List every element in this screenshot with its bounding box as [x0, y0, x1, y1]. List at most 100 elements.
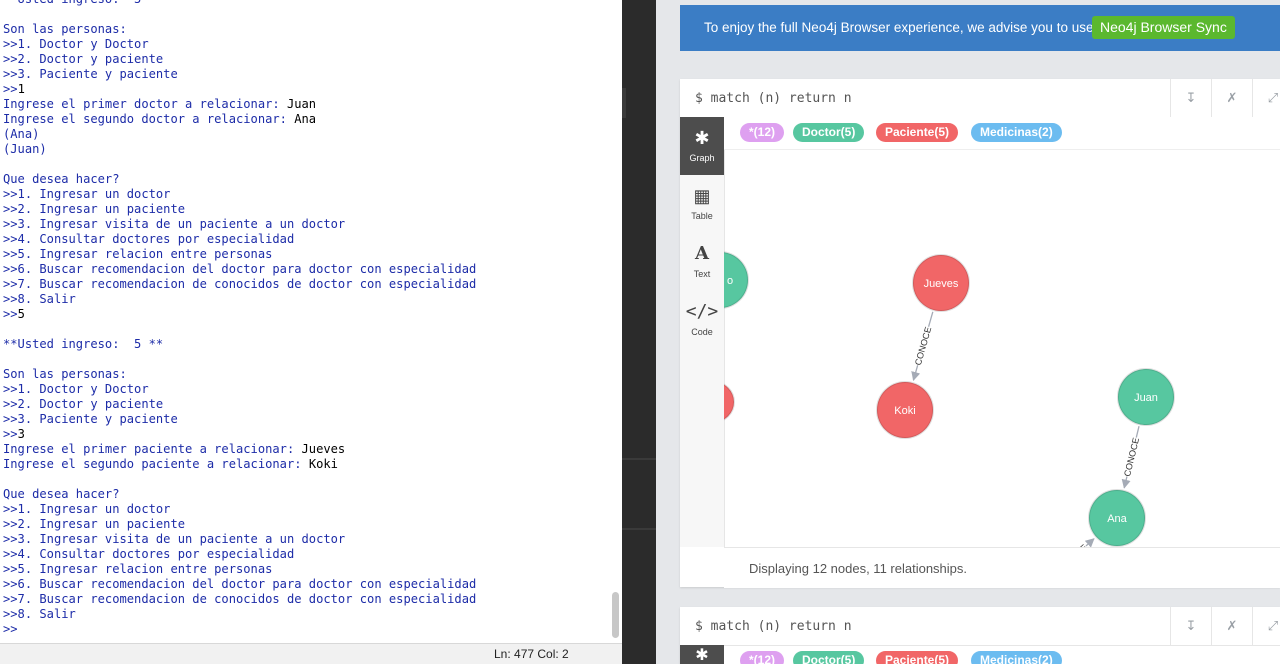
- banner-message: To enjoy the full Neo4j Browser experien…: [704, 20, 1094, 35]
- terminal-window[interactable]: **Usted ingreso: 5 **Son las personas:>>…: [0, 0, 622, 664]
- relationship-label: CONOCE: [1122, 437, 1141, 478]
- console-line: >>4. Consultar doctores por especialidad: [3, 547, 608, 562]
- console-line: Son las personas:: [3, 22, 608, 37]
- console-line: >>2. Doctor y paciente: [3, 397, 608, 412]
- download-icon[interactable]: ↧: [1170, 79, 1211, 117]
- label-legend: *(12) Doctor(5) Paciente(5) Medicinas(2): [724, 117, 1280, 150]
- console-line: >>2. Ingresar un paciente: [3, 202, 608, 217]
- tab-graph[interactable]: ✱: [680, 645, 724, 664]
- console-text: >>2. Ingresar un paciente: [3, 202, 186, 216]
- tab-table-label: Table: [691, 211, 713, 221]
- frame-header-2: $ match (n) return n ↧ ✗ ⤢: [680, 607, 1280, 646]
- console-line: >>6. Buscar recomendacion del doctor par…: [3, 577, 608, 592]
- graph-node-label: Jueves: [924, 278, 959, 290]
- expand-icon[interactable]: ⤢: [1252, 607, 1280, 645]
- legend-medicinas[interactable]: Medicinas(2): [971, 123, 1062, 142]
- console-text: >>1. Doctor y Doctor: [3, 382, 149, 396]
- neo4j-browser: To enjoy the full Neo4j Browser experien…: [656, 0, 1280, 664]
- console-text: >>5. Ingresar relacion entre personas: [3, 562, 273, 576]
- graph-node-label: Ana: [1107, 513, 1127, 525]
- console-text: Que desea hacer?: [3, 487, 120, 501]
- graph-node-label: o: [727, 275, 733, 287]
- relationship-label: CONOCE: [913, 326, 933, 367]
- strip-mark: [622, 88, 626, 118]
- console-text: **Usted ingreso: 5 **: [3, 337, 164, 351]
- console-line: >>2. Doctor y paciente: [3, 52, 608, 67]
- tab-graph-label: Graph: [689, 153, 715, 163]
- console-text: **Usted ingreso: 5 **: [3, 0, 163, 6]
- console-line: Que desea hacer?: [3, 172, 608, 187]
- console-text: >>3. Ingresar visita de un paciente a un…: [3, 217, 346, 231]
- legend-doctor[interactable]: Doctor(5): [793, 651, 865, 664]
- console-line: >>3. Ingresar visita de un paciente a un…: [3, 217, 608, 232]
- console-text: >>1. Ingresar un doctor: [3, 187, 171, 201]
- console-user-input: 3: [17, 427, 25, 441]
- console-text: >>: [3, 82, 18, 96]
- download-icon[interactable]: ↧: [1170, 607, 1211, 645]
- console-text: >>3. Paciente y paciente: [3, 67, 178, 81]
- console-text: (Juan): [3, 142, 47, 156]
- legend-all[interactable]: *(12): [740, 651, 785, 664]
- console-line: >>5. Ingresar relacion entre personas: [3, 562, 608, 577]
- legend-paciente[interactable]: Paciente(5): [876, 651, 959, 664]
- frame-query[interactable]: $ match (n) return n: [695, 91, 852, 106]
- tab-text-label: Text: [693, 269, 711, 279]
- console-line: >>5. Ingresar relacion entre personas: [3, 247, 608, 262]
- legend-medicinas[interactable]: Medicinas(2): [971, 651, 1062, 664]
- console-output[interactable]: **Usted ingreso: 5 **Son las personas:>>…: [3, 0, 608, 644]
- terminal-scrollbar[interactable]: [612, 592, 619, 638]
- pin-icon[interactable]: ✗: [1211, 607, 1252, 645]
- console-text: >>8. Salir: [3, 607, 76, 621]
- graph-node-label: Juan: [1134, 392, 1158, 404]
- console-user-input: Ana: [294, 112, 317, 126]
- frame-footer: Displaying 12 nodes, 11 relationships.: [724, 547, 1280, 588]
- graph-canvas[interactable]: CONOCECONOCECONOCEVISITA JuevesKokiJuanA…: [724, 150, 1280, 547]
- console-text: >>3. Ingresar visita de un paciente a un…: [3, 532, 346, 546]
- background-window-strip: [622, 0, 656, 664]
- tab-code[interactable]: </> Code: [680, 291, 724, 349]
- console-line: **Usted ingreso: 5 **: [3, 337, 608, 352]
- pin-icon[interactable]: ✗: [1211, 79, 1252, 117]
- console-text: Ingrese el primer paciente a relacionar:: [3, 442, 302, 456]
- console-text: >>: [3, 622, 18, 636]
- console-text: >>2. Doctor y paciente: [3, 52, 164, 66]
- console-line: >>3. Ingresar visita de un paciente a un…: [3, 532, 608, 547]
- graph-node-label: Koki: [894, 405, 915, 417]
- graph-svg[interactable]: CONOCECONOCECONOCEVISITA JuevesKokiJuanA…: [724, 150, 1280, 547]
- tab-table[interactable]: ▦ Table: [680, 175, 724, 233]
- console-text: >>1. Doctor y Doctor: [3, 37, 149, 51]
- console-line: >>8. Salir: [3, 292, 608, 307]
- console-line: >>2. Ingresar un paciente: [3, 517, 608, 532]
- legend-all[interactable]: *(12): [740, 123, 785, 142]
- console-line: >>4. Consultar doctores por especialidad: [3, 232, 608, 247]
- console-text: Ingrese el segundo doctor a relacionar:: [3, 112, 295, 126]
- graph-node-partial[interactable]: [724, 382, 735, 422]
- console-line: >>8. Salir: [3, 607, 608, 622]
- graph-relationship[interactable]: [1048, 538, 1095, 547]
- console-line: >>3: [3, 427, 608, 442]
- legend-doctor[interactable]: Doctor(5): [793, 123, 865, 142]
- console-text: Que desea hacer?: [3, 172, 120, 186]
- console-text: >>2. Doctor y paciente: [3, 397, 164, 411]
- console-line: Ingrese el primer paciente a relacionar:…: [3, 442, 608, 457]
- tab-graph[interactable]: ✱ Graph: [680, 117, 724, 175]
- console-text: >>7. Buscar recomendacion de conocidos d…: [3, 592, 477, 606]
- tab-text[interactable]: A Text: [680, 233, 724, 291]
- console-line: Ingrese el segundo paciente a relacionar…: [3, 457, 608, 472]
- expand-icon[interactable]: ⤢: [1252, 79, 1280, 117]
- console-line: >>1. Doctor y Doctor: [3, 382, 608, 397]
- console-line: (Ana): [3, 127, 608, 142]
- console-line: >>1. Doctor y Doctor: [3, 37, 608, 52]
- text-icon: A: [695, 243, 709, 264]
- console-text: >>: [3, 427, 18, 441]
- console-user-input: 5: [17, 307, 25, 321]
- result-frame-2: $ match (n) return n ↧ ✗ ⤢ ✱ *(12) Docto…: [680, 607, 1280, 664]
- graph-icon: ✱: [695, 647, 709, 664]
- graph-icon: ✱: [694, 128, 710, 148]
- browser-sync-button[interactable]: Neo4j Browser Sync: [1092, 16, 1235, 39]
- legend-paciente[interactable]: Paciente(5): [876, 123, 959, 142]
- console-text: >>2. Ingresar un paciente: [3, 517, 186, 531]
- sync-banner: To enjoy the full Neo4j Browser experien…: [680, 5, 1280, 51]
- frame-query-2[interactable]: $ match (n) return n: [695, 619, 852, 634]
